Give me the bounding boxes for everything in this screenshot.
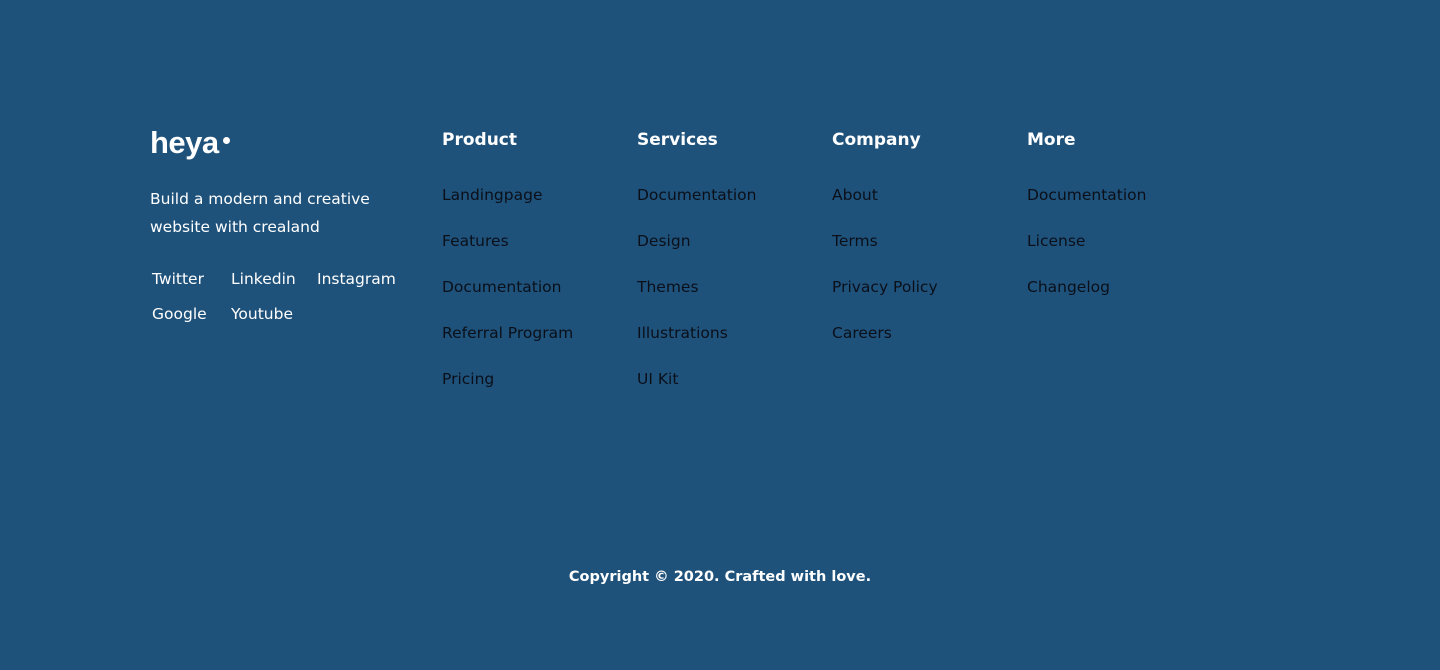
social-link-google[interactable]: Google: [152, 304, 207, 324]
product-link-list: Landingpage Features Documentation Refer…: [442, 184, 573, 414]
footer-link-pricing[interactable]: Pricing: [442, 368, 494, 390]
footer-link-illustrations[interactable]: Illustrations: [637, 322, 728, 344]
column-heading-more: More: [1027, 130, 1076, 150]
footer-link-careers[interactable]: Careers: [832, 322, 892, 344]
company-link-list: About Terms Privacy Policy Careers: [832, 184, 938, 368]
footer-link-changelog[interactable]: Changelog: [1027, 276, 1110, 298]
footer-column-more: More Documentation License Changelog: [1027, 128, 1147, 296]
services-link-list: Documentation Design Themes Illustration…: [637, 184, 757, 414]
column-heading-services: Services: [637, 130, 718, 150]
column-heading-product: Product: [442, 130, 517, 150]
copyright-text: Copyright © 2020. Crafted with love.: [568, 569, 872, 585]
footer-column-services: Services Documentation Design Themes Ill…: [637, 128, 757, 388]
logo-link[interactable]: heya: [150, 122, 410, 158]
social-link-linkedin[interactable]: Linkedin: [231, 269, 296, 289]
footer-column-company: Company About Terms Privacy Policy Caree…: [832, 128, 938, 342]
logo-dot-icon: [222, 137, 230, 144]
social-link-instagram[interactable]: Instagram: [317, 269, 396, 289]
logo-wordmark: heya: [150, 125, 219, 160]
footer-link-about[interactable]: About: [832, 184, 878, 206]
footer-link-landingpage[interactable]: Landingpage: [442, 184, 542, 206]
footer-link-services-documentation[interactable]: Documentation: [637, 184, 757, 206]
social-link-twitter[interactable]: Twitter: [152, 269, 204, 289]
more-link-list: Documentation License Changelog: [1027, 184, 1147, 322]
footer-link-themes[interactable]: Themes: [637, 276, 699, 298]
footer-link-features[interactable]: Features: [442, 230, 509, 252]
footer-link-referral-program[interactable]: Referral Program: [442, 322, 573, 344]
footer-link-more-documentation[interactable]: Documentation: [1027, 184, 1147, 206]
footer-link-ui-kit[interactable]: UI Kit: [637, 368, 678, 390]
brand-tagline: Build a modern and creative website with…: [150, 190, 370, 236]
footer-link-license[interactable]: License: [1027, 230, 1085, 252]
footer-link-privacy-policy[interactable]: Privacy Policy: [832, 276, 938, 298]
column-heading-company: Company: [832, 130, 921, 150]
site-footer: heya Build a modern and creative website…: [0, 0, 1440, 670]
footer-link-product-documentation[interactable]: Documentation: [442, 276, 562, 298]
footer-link-terms[interactable]: Terms: [832, 230, 878, 252]
brand-block: heya Build a modern and creative website…: [150, 122, 410, 323]
social-link-youtube[interactable]: Youtube: [231, 304, 293, 324]
footer-column-product: Product Landingpage Features Documentati…: [442, 128, 573, 388]
footer-link-design[interactable]: Design: [637, 230, 691, 252]
